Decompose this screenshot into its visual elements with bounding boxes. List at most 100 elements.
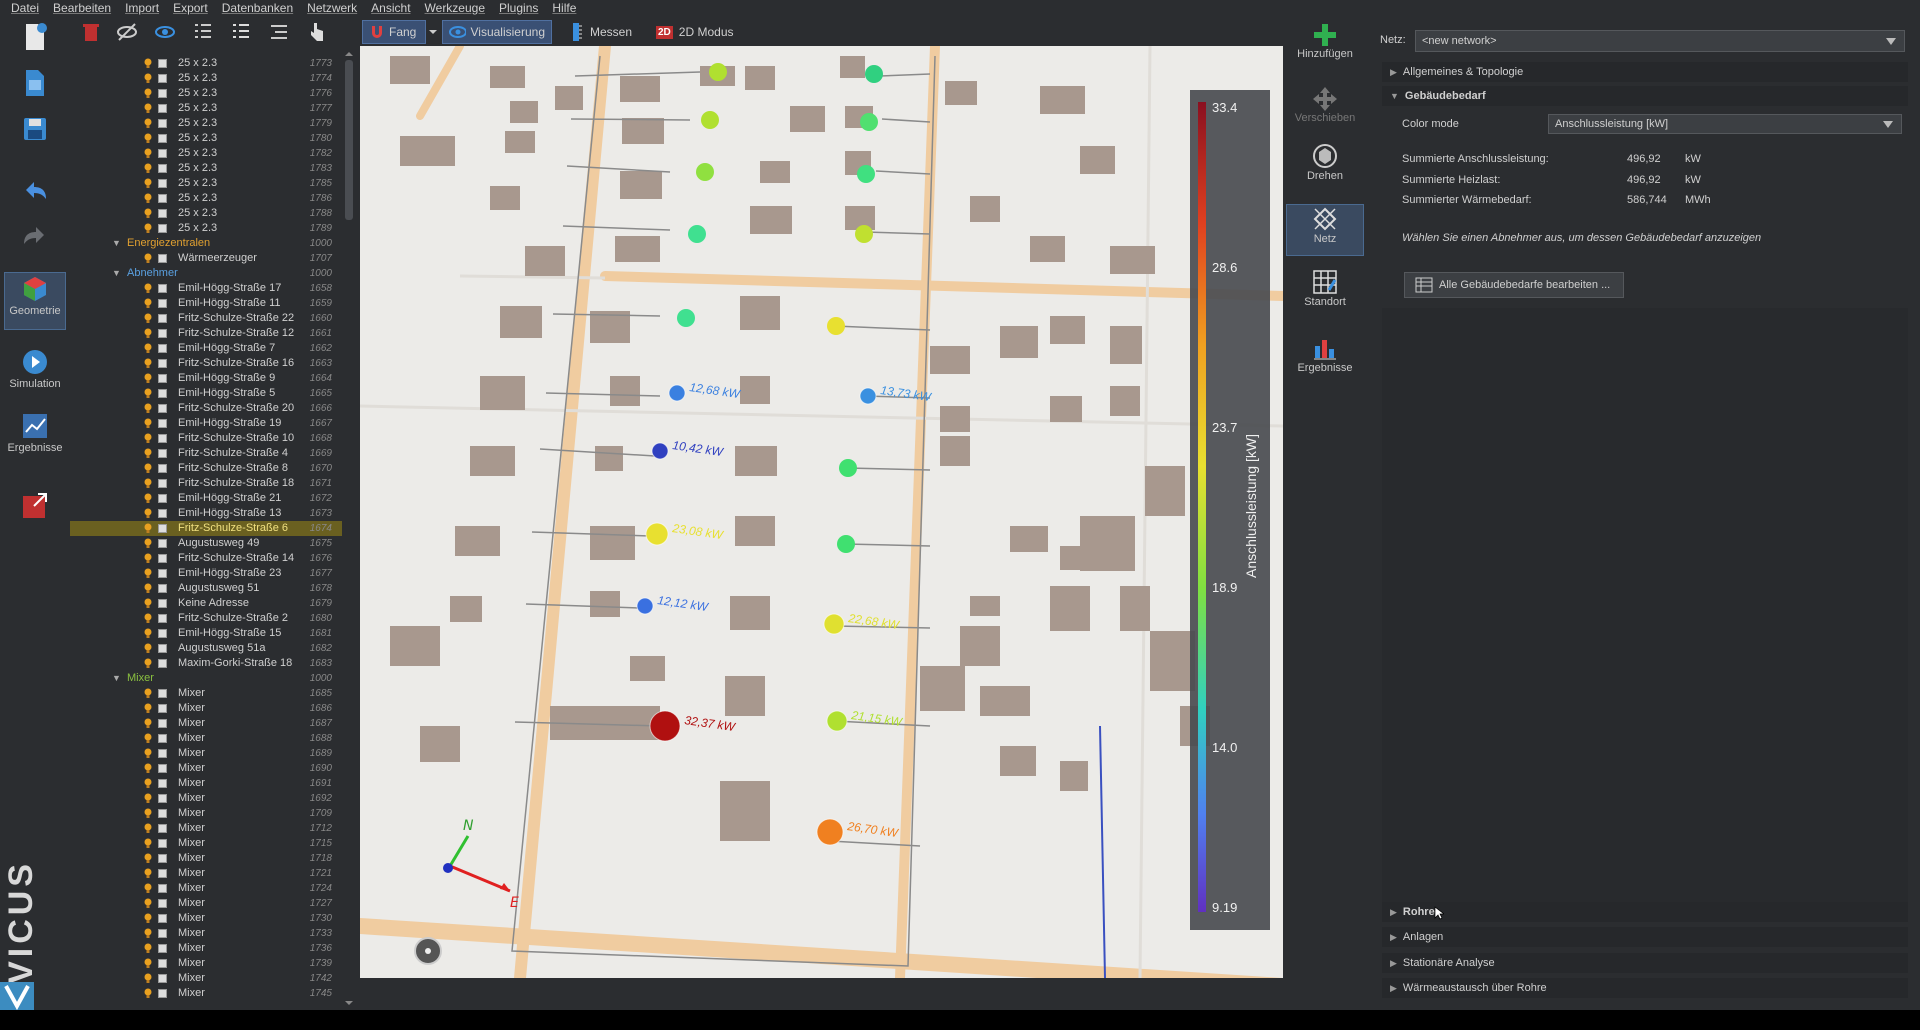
scroll-down-icon[interactable] — [342, 998, 356, 1008]
netz-button[interactable]: Netz — [1286, 204, 1364, 256]
tree-item[interactable]: Fritz-Schulze-Straße 6 1674 — [70, 521, 342, 536]
lightbulb-icon[interactable] — [144, 733, 152, 744]
simulation-mode-button[interactable]: Simulation — [4, 346, 66, 404]
tree-item[interactable]: Mixer 1745 — [70, 986, 342, 1001]
undo-icon[interactable] — [20, 176, 50, 206]
tree-category[interactable]: ▼ Energiezentralen 1000 — [70, 236, 342, 251]
visibility-checkbox[interactable] — [158, 464, 167, 473]
visibility-checkbox[interactable] — [158, 119, 167, 128]
lightbulb-icon[interactable] — [144, 133, 152, 144]
lightbulb-icon[interactable] — [144, 178, 152, 189]
scene-viewport[interactable]: 32,37 kW 26,70 kW 12,68 kW 13,73 kW 10,42 kW… — [360, 46, 1283, 978]
consumer-node[interactable] — [857, 165, 875, 183]
2d-modus-button[interactable]: 2D 2D Modus — [650, 20, 740, 44]
redo-icon[interactable] — [20, 221, 50, 251]
lightbulb-icon[interactable] — [144, 613, 152, 624]
visibility-checkbox[interactable] — [158, 884, 167, 893]
tree-item[interactable]: Mixer 1687 — [70, 716, 342, 731]
tree-item[interactable]: 25 x 2.3 1785 — [70, 176, 342, 191]
building[interactable] — [455, 526, 500, 556]
tree-item[interactable]: 25 x 2.3 1774 — [70, 71, 342, 86]
visibility-checkbox[interactable] — [158, 689, 167, 698]
lightbulb-icon[interactable] — [144, 718, 152, 729]
tree-item[interactable]: 25 x 2.3 1789 — [70, 221, 342, 236]
lightbulb-icon[interactable] — [144, 118, 152, 129]
lightbulb-icon[interactable] — [144, 898, 152, 909]
visibility-checkbox[interactable] — [158, 194, 167, 203]
menu-export[interactable]: Export — [166, 0, 215, 16]
visibility-checkbox[interactable] — [158, 179, 167, 188]
building[interactable] — [940, 406, 970, 432]
lightbulb-icon[interactable] — [144, 928, 152, 939]
standort-button[interactable]: Standort — [1286, 268, 1364, 324]
building[interactable] — [920, 666, 965, 711]
consumer-node[interactable] — [649, 710, 681, 742]
open-file-icon[interactable] — [20, 68, 50, 98]
lightbulb-icon[interactable] — [144, 748, 152, 759]
messen-button[interactable]: Messen — [564, 20, 644, 44]
lightbulb-icon[interactable] — [144, 313, 152, 324]
consumer-node[interactable] — [688, 225, 706, 243]
lightbulb-icon[interactable] — [144, 808, 152, 819]
lightbulb-icon[interactable] — [144, 958, 152, 969]
lightbulb-icon[interactable] — [144, 448, 152, 459]
building[interactable] — [980, 686, 1030, 716]
building[interactable] — [790, 106, 825, 132]
visibility-checkbox[interactable] — [158, 794, 167, 803]
tree-item[interactable]: Emil-Högg-Straße 7 1662 — [70, 341, 342, 356]
new-file-icon[interactable] — [20, 22, 50, 52]
building[interactable] — [555, 86, 583, 110]
building[interactable] — [1000, 746, 1036, 776]
section-allgemein[interactable]: ▶ Allgemeines & Topologie — [1382, 62, 1908, 82]
building[interactable] — [740, 296, 780, 330]
building[interactable] — [1080, 516, 1135, 571]
visibility-checkbox[interactable] — [158, 494, 167, 503]
lightbulb-icon[interactable] — [144, 388, 152, 399]
visibility-checkbox[interactable] — [158, 614, 167, 623]
tree-item[interactable]: 25 x 2.3 1786 — [70, 191, 342, 206]
building[interactable] — [940, 436, 970, 466]
tree-item[interactable]: Emil-Högg-Straße 13 1673 — [70, 506, 342, 521]
menu-import[interactable]: Import — [118, 0, 166, 16]
lightbulb-icon[interactable] — [144, 328, 152, 339]
building[interactable] — [590, 591, 620, 617]
visibility-checkbox[interactable] — [158, 224, 167, 233]
visibility-checkbox[interactable] — [158, 254, 167, 263]
consumer-node[interactable] — [823, 613, 845, 635]
building[interactable] — [1110, 246, 1155, 274]
tree-item[interactable]: 25 x 2.3 1776 — [70, 86, 342, 101]
consumer-node[interactable] — [709, 63, 727, 81]
building[interactable] — [590, 526, 635, 560]
tree-item[interactable]: Emil-Högg-Straße 15 1681 — [70, 626, 342, 641]
lightbulb-icon[interactable] — [144, 58, 152, 69]
tree-item[interactable]: Mixer 1692 — [70, 791, 342, 806]
consumer-node[interactable] — [855, 225, 873, 243]
tree-item[interactable]: Emil-Högg-Straße 11 1659 — [70, 296, 342, 311]
tree-item[interactable]: Mixer 1727 — [70, 896, 342, 911]
visibility-checkbox[interactable] — [158, 839, 167, 848]
visibility-checkbox[interactable] — [158, 314, 167, 323]
consumer-node[interactable] — [839, 459, 857, 477]
lightbulb-icon[interactable] — [144, 538, 152, 549]
building[interactable] — [970, 596, 1000, 616]
tree-item[interactable]: Emil-Högg-Straße 17 1658 — [70, 281, 342, 296]
consumer-node[interactable] — [651, 442, 669, 460]
tree-item[interactable]: Mixer 1686 — [70, 701, 342, 716]
tree-item[interactable]: Mixer 1688 — [70, 731, 342, 746]
building[interactable] — [1000, 326, 1038, 358]
building[interactable] — [1145, 466, 1185, 516]
building[interactable] — [630, 656, 665, 681]
tree-item[interactable]: Fritz-Schulze-Straße 16 1663 — [70, 356, 342, 371]
tree-item[interactable]: Mixer 1742 — [70, 971, 342, 986]
visibility-checkbox[interactable] — [158, 854, 167, 863]
visibility-checkbox[interactable] — [158, 749, 167, 758]
building[interactable] — [1110, 386, 1140, 416]
lightbulb-icon[interactable] — [144, 973, 152, 984]
building[interactable] — [840, 56, 865, 78]
visibility-checkbox[interactable] — [158, 644, 167, 653]
network-scene[interactable]: 32,37 kW26,70 kW12,68 kW 13,73 kW10,42 kW… — [360, 46, 1283, 978]
tree-item[interactable]: 25 x 2.3 1779 — [70, 116, 342, 131]
building[interactable] — [420, 726, 460, 762]
verschieben-button[interactable]: Verschieben — [1286, 86, 1364, 142]
building[interactable] — [1110, 326, 1142, 364]
